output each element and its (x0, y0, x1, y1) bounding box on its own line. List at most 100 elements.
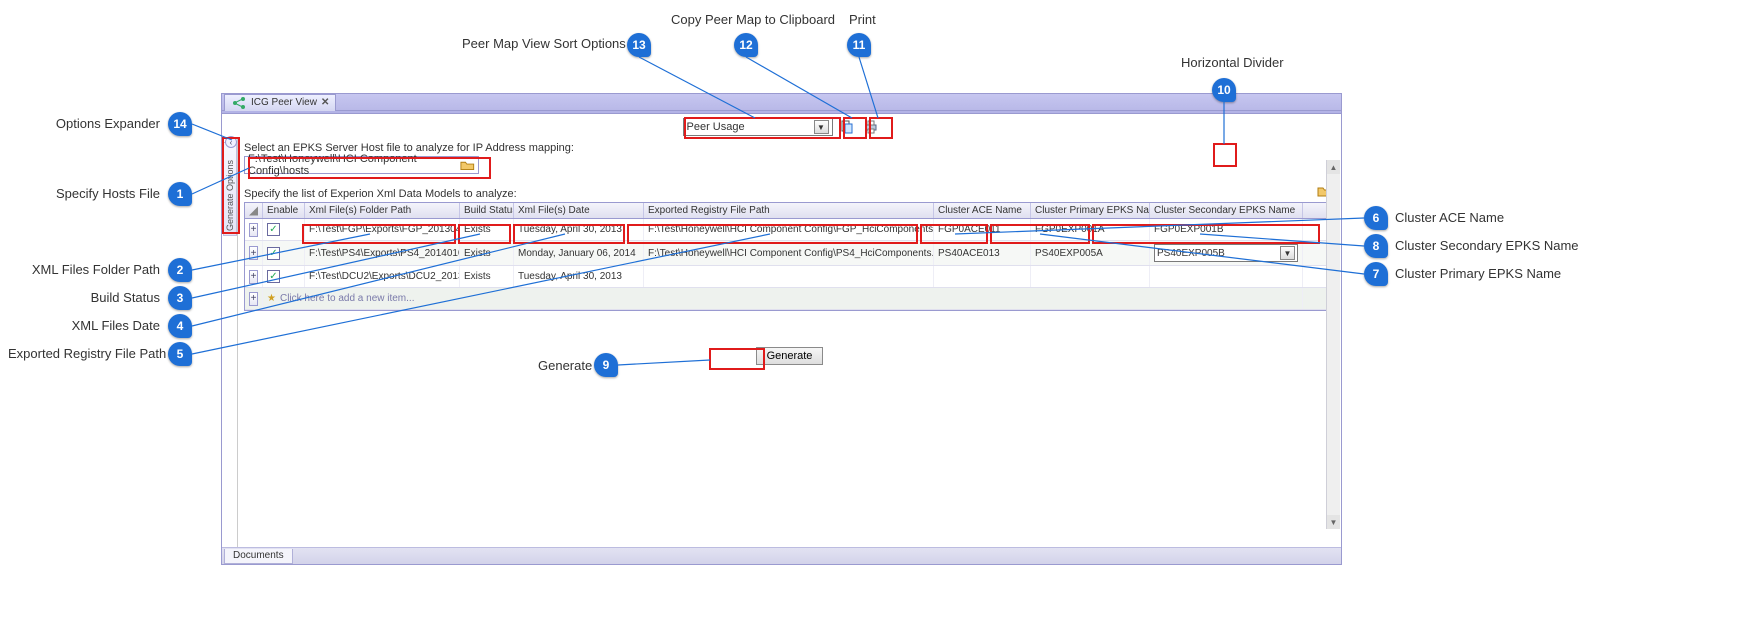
body: ‹ Generate Options Select an EPKS Server… (222, 138, 1341, 547)
callout-bubble: 6 (1364, 206, 1388, 230)
close-icon[interactable]: ✕ (321, 97, 329, 108)
tab-title: ICG Peer View (251, 97, 317, 108)
cell-ace[interactable] (934, 266, 1031, 287)
chevron-down-icon: ▼ (1280, 246, 1295, 260)
cell-regpath[interactable]: F:\Test\Honeywell\HCI Component Config\F… (644, 219, 934, 240)
callout-bubble: 3 (168, 286, 192, 310)
expand-row-button[interactable]: + (249, 223, 258, 237)
folder-open-icon[interactable] (460, 157, 475, 173)
cell-build: Exists (460, 266, 514, 287)
generate-button[interactable]: Generate (756, 347, 824, 365)
callout-label: Exported Registry File Path (8, 346, 160, 361)
table-row[interactable]: + ✓ F:\Test\PS4\Exports\PS4_20140106 Exi… (245, 241, 1334, 266)
grid-header-row: Enable Xml File(s) Folder Path Build Sta… (245, 203, 1334, 219)
triangle-icon (249, 206, 258, 216)
enable-checkbox[interactable]: ✓ (267, 247, 280, 260)
cell-pri[interactable]: FGP0EXP001A (1031, 219, 1150, 240)
callout-bubble: 9 (594, 353, 618, 377)
callout-label: Copy Peer Map to Clipboard (671, 12, 835, 27)
callout-label: Build Status (8, 290, 160, 305)
cell-regpath[interactable] (644, 266, 934, 287)
cell-pri[interactable] (1031, 266, 1150, 287)
callout-label: Generate (538, 358, 592, 373)
documents-tab[interactable]: Documents (224, 549, 293, 564)
cell-sec[interactable]: PS40EXP005B ▼ (1150, 241, 1303, 265)
scroll-down-icon[interactable]: ▼ (1327, 515, 1340, 529)
callout-label: Peer Map View Sort Options (462, 36, 626, 51)
cell-pri[interactable]: PS40EXP005A (1031, 241, 1150, 265)
cell-sec-dropdown[interactable]: PS40EXP005B ▼ (1154, 244, 1298, 262)
scroll-up-icon[interactable]: ▲ (1327, 160, 1340, 174)
callout-bubble: 1 (168, 182, 192, 206)
callout-bubble: 11 (847, 33, 871, 57)
expand-row-button[interactable]: + (249, 292, 258, 306)
col-pri[interactable]: Cluster Primary EPKS Name (1031, 203, 1150, 218)
new-item-row[interactable]: + ★ Click here to add a new item... (245, 288, 1334, 310)
expander-label: Generate Options (225, 143, 235, 235)
tab-icg-peer-view[interactable]: ICG Peer View ✕ (224, 94, 336, 111)
col-sec[interactable]: Cluster Secondary EPKS Name (1150, 203, 1303, 218)
table-row[interactable]: + ✓ F:\Test\FGP\Exports\FGP_20130430 Exi… (245, 219, 1334, 241)
chevron-down-icon: ▼ (814, 120, 829, 134)
callout-label: XML Files Folder Path (8, 262, 160, 277)
hosts-file-value: F:\Test\Honeywell\HCI Component Config\h… (248, 153, 460, 177)
models-list-label: Specify the list of Experion Xml Data Mo… (244, 188, 1335, 200)
cell-date: Tuesday, April 30, 2013 (514, 219, 644, 240)
icg-peer-view-window: ICG Peer View ✕ Peer Usage ▼ ‹ (221, 93, 1342, 565)
content-panel: Select an EPKS Server Host file to analy… (238, 138, 1341, 547)
options-expander-strip: ‹ Generate Options (222, 138, 238, 547)
callout-bubble: 4 (168, 314, 192, 338)
data-grid: Enable Xml File(s) Folder Path Build Sta… (244, 202, 1335, 311)
col-ace[interactable]: Cluster ACE Name (934, 203, 1031, 218)
cell-ace[interactable]: PS40ACE013 (934, 241, 1031, 265)
callout-bubble: 2 (168, 258, 192, 282)
callout-bubble: 5 (168, 342, 192, 366)
expand-row-button[interactable]: + (249, 270, 258, 284)
cell-folder[interactable]: F:\Test\FGP\Exports\FGP_20130430 (305, 219, 460, 240)
hosts-file-input[interactable]: F:\Test\Honeywell\HCI Component Config\h… (244, 156, 479, 174)
callout-label: Cluster Primary EPKS Name (1395, 266, 1561, 281)
table-row[interactable]: + ✓ F:\Test\DCU2\Exports\DCU2_20130430 E… (245, 266, 1334, 288)
new-item-text: Click here to add a new item... (280, 293, 415, 304)
copy-clipboard-button[interactable] (837, 117, 857, 137)
cell-build: Exists (460, 219, 514, 240)
star-icon: ★ (267, 293, 276, 304)
col-folder[interactable]: Xml File(s) Folder Path (305, 203, 460, 218)
enable-checkbox[interactable]: ✓ (267, 270, 280, 283)
sort-options-value: Peer Usage (687, 121, 745, 133)
share-icon (231, 95, 247, 111)
expand-row-button[interactable]: + (249, 246, 258, 260)
cell-date: Monday, January 06, 2014 (514, 241, 644, 265)
cell-build: Exists (460, 241, 514, 265)
enable-checkbox[interactable]: ✓ (267, 223, 280, 236)
grid-corner[interactable] (245, 203, 263, 218)
callout-bubble: 7 (1364, 262, 1388, 286)
vertical-scrollbar[interactable]: ▲ ▼ (1326, 160, 1340, 529)
callout-label: Cluster ACE Name (1395, 210, 1504, 225)
col-enable[interactable]: Enable (263, 203, 305, 218)
callout-label: XML Files Date (8, 318, 160, 333)
callout-label: Print (849, 12, 876, 27)
cell-ace[interactable]: FGP0ACE011 (934, 219, 1031, 240)
cell-regpath[interactable]: F:\Test\Honeywell\HCI Component Config\P… (644, 241, 934, 265)
col-date[interactable]: Xml File(s) Date (514, 203, 644, 218)
sort-options-dropdown[interactable]: Peer Usage ▼ (683, 118, 833, 136)
callout-bubble: 14 (168, 112, 192, 136)
bottom-bar: Documents (222, 547, 1341, 564)
callout-label: Horizontal Divider (1181, 55, 1284, 70)
col-build[interactable]: Build Status (460, 203, 514, 218)
cell-sec[interactable]: FGP0EXP001B (1150, 219, 1303, 240)
cell-sec[interactable] (1150, 266, 1303, 287)
cell-folder[interactable]: F:\Test\PS4\Exports\PS4_20140106 (305, 241, 460, 265)
callout-label: Options Expander (8, 116, 160, 131)
col-regpath[interactable]: Exported Registry File Path (644, 203, 934, 218)
cell-date: Tuesday, April 30, 2013 (514, 266, 644, 287)
callout-label: Specify Hosts File (8, 186, 160, 201)
callout-bubble: 12 (734, 33, 758, 57)
cell-folder[interactable]: F:\Test\DCU2\Exports\DCU2_20130430 (305, 266, 460, 287)
callout-bubble: 8 (1364, 234, 1388, 258)
clipboard-icon (839, 119, 855, 135)
generate-options-expander[interactable]: ‹ Generate Options (223, 142, 237, 236)
callout-bubble: 10 (1212, 78, 1236, 102)
print-button[interactable] (861, 117, 881, 137)
